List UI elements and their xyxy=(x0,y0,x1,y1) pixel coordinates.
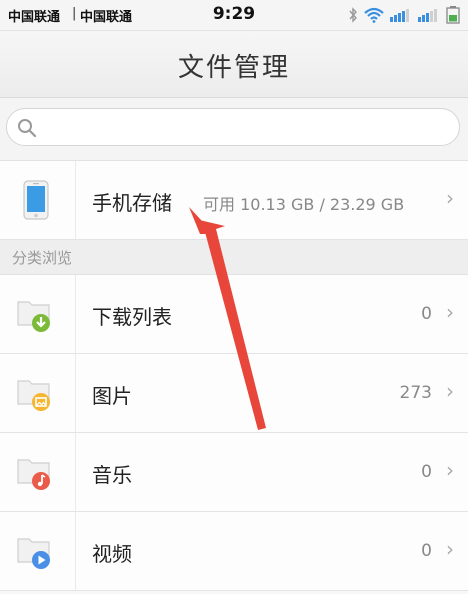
phone-icon xyxy=(23,180,49,224)
category-row-downloads[interactable]: 下载列表 0 › xyxy=(0,275,468,354)
section-title: 分类浏览 xyxy=(12,249,73,267)
chevron-right-icon: › xyxy=(446,186,454,210)
category-count: 0 xyxy=(421,541,432,561)
signal-2-icon xyxy=(418,8,440,22)
category-count: 273 xyxy=(399,383,432,403)
search-input[interactable] xyxy=(43,115,447,141)
status-icons xyxy=(348,5,460,25)
title-bar: 文件管理 xyxy=(0,31,468,98)
section-header: 分类浏览 xyxy=(0,240,468,275)
row-divider xyxy=(75,161,76,239)
status-bar: 中国联通 | 中国联通 9:29 xyxy=(0,0,468,31)
category-row-music[interactable]: 音乐 0 › xyxy=(0,433,468,512)
chevron-right-icon: › xyxy=(446,300,454,324)
page-title: 文件管理 xyxy=(177,53,290,83)
row-divider xyxy=(75,354,76,432)
bluetooth-icon xyxy=(348,7,358,23)
image-folder-icon xyxy=(15,373,55,417)
row-divider xyxy=(75,275,76,353)
music-folder-icon xyxy=(15,452,55,496)
category-count: 0 xyxy=(421,304,432,324)
download-folder-icon xyxy=(15,294,55,338)
category-label: 下载列表 xyxy=(92,305,172,329)
wifi-icon xyxy=(364,7,384,23)
category-row-videos[interactable]: 视频 0 › xyxy=(0,512,468,591)
category-label: 图片 xyxy=(92,384,132,408)
search-icon xyxy=(17,118,37,142)
storage-label: 手机存储 xyxy=(92,191,172,215)
category-row-images[interactable]: 图片 273 › xyxy=(0,354,468,433)
search-area xyxy=(0,98,468,161)
search-box[interactable] xyxy=(6,108,460,146)
row-divider xyxy=(75,512,76,590)
chevron-right-icon: › xyxy=(446,537,454,561)
signal-1-icon xyxy=(390,8,412,22)
battery-icon xyxy=(446,6,460,24)
storage-usage: 可用 10.13 GB / 23.29 GB xyxy=(203,195,405,214)
row-divider xyxy=(75,433,76,511)
video-folder-icon xyxy=(15,531,55,575)
category-count: 0 xyxy=(421,462,432,482)
category-label: 视频 xyxy=(92,542,132,566)
chevron-right-icon: › xyxy=(446,458,454,482)
category-label: 音乐 xyxy=(92,463,132,487)
chevron-right-icon: › xyxy=(446,379,454,403)
phone-storage-row[interactable]: 手机存储 可用 10.13 GB / 23.29 GB › xyxy=(0,161,468,240)
